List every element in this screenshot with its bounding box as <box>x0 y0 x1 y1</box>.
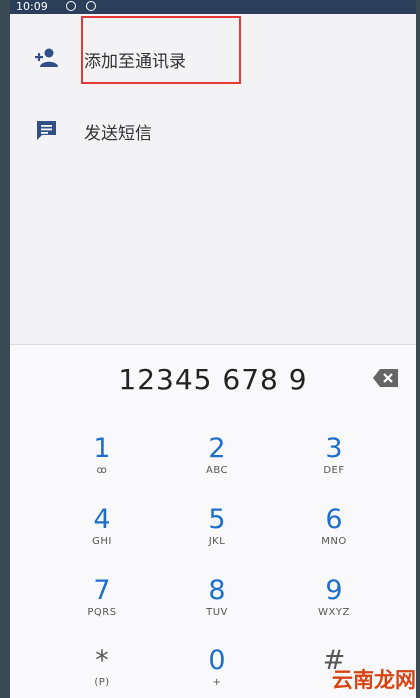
highlight-box <box>81 16 241 84</box>
key-0-digit: 0 <box>208 645 226 676</box>
alarm-icon <box>86 1 96 11</box>
key-7-letters: PQRS <box>87 607 117 618</box>
status-time: 10:09 <box>16 0 48 13</box>
key-9[interactable]: 9 WXYZ <box>294 575 374 639</box>
key-5-letters: JKL <box>208 536 226 547</box>
key-6[interactable]: 6 MNO <box>294 504 374 568</box>
voicemail-icon: ꝏ <box>96 465 108 476</box>
send-sms-item[interactable]: 发送短信 <box>10 100 416 160</box>
key-0-letters: + <box>212 677 222 688</box>
key-9-letters: WXYZ <box>318 607 350 618</box>
notification-icon <box>66 1 76 11</box>
key-star-letters: (P) <box>94 677 110 688</box>
key-5[interactable]: 5 JKL <box>177 504 257 568</box>
key-6-digit: 6 <box>325 504 343 535</box>
phone-screen: 10:09 添加至通讯录 发送短信 12345 678 9 1 ꝏ 2 ABC … <box>10 0 416 698</box>
key-8-letters: TUV <box>206 607 228 618</box>
key-2-digit: 2 <box>208 433 226 464</box>
key-7-digit: 7 <box>93 575 111 606</box>
key-5-digit: 5 <box>208 504 226 535</box>
key-8[interactable]: 8 TUV <box>177 575 257 639</box>
key-0[interactable]: 0 + <box>177 645 257 698</box>
key-2[interactable]: 2 ABC <box>177 433 257 497</box>
key-star[interactable]: * (P) <box>62 645 142 698</box>
add-person-icon <box>35 48 58 67</box>
status-bar: 10:09 <box>10 0 416 14</box>
message-icon <box>37 121 56 140</box>
key-3[interactable]: 3 DEF <box>294 433 374 497</box>
key-3-letters: DEF <box>323 465 345 476</box>
dialed-number[interactable]: 12345 678 9 <box>10 363 416 396</box>
send-sms-label: 发送短信 <box>84 124 152 144</box>
key-4[interactable]: 4 GHI <box>62 504 142 568</box>
key-1[interactable]: 1 ꝏ <box>62 433 142 497</box>
key-4-digit: 4 <box>93 504 111 535</box>
key-star-digit: * <box>95 645 109 676</box>
key-9-digit: 9 <box>325 575 343 606</box>
key-1-digit: 1 <box>93 433 111 464</box>
backspace-icon[interactable] <box>372 365 400 391</box>
key-8-digit: 8 <box>208 575 226 606</box>
key-7[interactable]: 7 PQRS <box>62 575 142 639</box>
key-2-letters: ABC <box>205 465 228 476</box>
key-4-letters: GHI <box>92 536 112 547</box>
dialpad: 12345 678 9 1 ꝏ 2 ABC 3 DEF 4 GHI 5 JKL … <box>10 344 416 698</box>
key-3-digit: 3 <box>325 433 343 464</box>
key-6-letters: MNO <box>321 536 347 547</box>
watermark: 云南龙网 <box>332 668 416 692</box>
